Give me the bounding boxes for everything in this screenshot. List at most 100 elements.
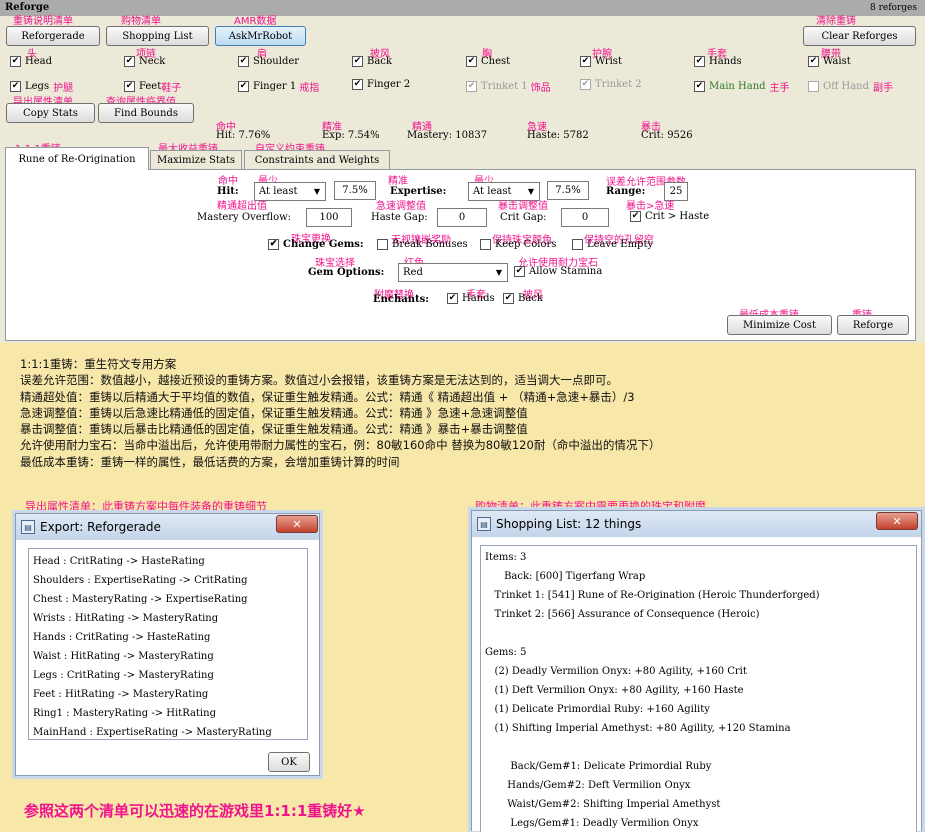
checkbox-legs[interactable]: ✔	[10, 81, 21, 92]
checkbox-wrist[interactable]: ✔	[580, 56, 591, 67]
checkbox-neck[interactable]: ✔	[124, 56, 135, 67]
export-window: ▤ Export: Reforgerade ✕ Head : CritRatin…	[15, 513, 320, 776]
shopping-line: Trinket 2: [566] Assurance of Consequenc…	[485, 609, 760, 620]
slot-waist[interactable]: ✔ Waist	[808, 56, 851, 67]
hit-value-input[interactable]: 7.5%	[334, 181, 376, 200]
checkbox-leave-empty[interactable]	[572, 239, 583, 250]
leave-empty-checkbox[interactable]: Leave Empty	[572, 239, 653, 250]
export-title: Export: Reforgerade	[40, 520, 161, 534]
note-hastegap: 急速调整值	[376, 201, 426, 212]
enchant-hands-checkbox[interactable]: ✔ Hands	[447, 293, 495, 304]
export-line: Legs : CritRating -> MasteryRating	[33, 670, 214, 681]
expertise-label: Expertise:	[390, 186, 447, 197]
stat-exp: Exp: 7.54%	[322, 130, 380, 141]
find-bounds-button[interactable]: Find Bounds	[98, 103, 194, 123]
note-critgap: 暴击调整值	[498, 201, 548, 212]
copy-stats-button[interactable]: Copy Stats	[6, 103, 95, 123]
chevron-down-icon: ▼	[313, 187, 321, 196]
slot-chest[interactable]: ✔ Chest	[466, 56, 510, 67]
shopping-list-button[interactable]: Shopping List	[106, 26, 209, 46]
shopping-line: (2) Deadly Vermilion Onyx: +80 Agility, …	[485, 666, 747, 677]
checkbox-feet[interactable]: ✔	[124, 81, 135, 92]
export-line: Ring1 : MasteryRating -> HitRating	[33, 708, 216, 719]
gem-color-select[interactable]: Red ▼	[398, 263, 508, 282]
checkbox-change-gems[interactable]: ✔	[268, 239, 279, 250]
slot-feet[interactable]: ✔ Feet 鞋子	[124, 79, 181, 94]
stat-crit: Crit: 9526	[641, 130, 693, 141]
notes-block: 1:1:1重铸：重生符文专用方案 误差允许范围：数值越小，越接近预设的重铸方案。…	[20, 356, 660, 470]
checkbox-enchant-hands[interactable]: ✔	[447, 293, 458, 304]
crit-haste-checkbox[interactable]: ✔ Crit > Haste	[630, 211, 709, 222]
export-line: Waist : HitRating -> MasteryRating	[33, 651, 214, 662]
export-line: MainHand : ExpertiseRating -> MasteryRat…	[33, 727, 272, 738]
shopping-line: Hands/Gem#2: Deft Vermilion Onyx	[485, 780, 691, 791]
slot-hands[interactable]: ✔ Hands	[694, 56, 742, 67]
tab-maximize-stats[interactable]: Maximize Stats	[150, 150, 242, 169]
slot-finger1[interactable]: ✔ Finger 1 戒指	[238, 79, 319, 94]
keep-colors-checkbox[interactable]: Keep Colors	[480, 239, 556, 250]
enchant-back-checkbox[interactable]: ✔ Back	[503, 293, 543, 304]
checkbox-shoulder[interactable]: ✔	[238, 56, 249, 67]
checkbox-enchant-back[interactable]: ✔	[503, 293, 514, 304]
checkbox-allow-stamina[interactable]: ✔	[514, 266, 525, 277]
slot-mainhand[interactable]: ✔ Main Hand 主手	[694, 79, 790, 94]
tab-rune-of-re-origination[interactable]: Rune of Re-Origination	[5, 147, 149, 170]
crit-gap-input[interactable]: 0	[561, 208, 609, 227]
minimize-cost-button[interactable]: Minimize Cost	[727, 315, 832, 335]
checkbox-back[interactable]: ✔	[352, 56, 363, 67]
checkbox-head[interactable]: ✔	[10, 56, 21, 67]
slot-head[interactable]: ✔ Head	[10, 56, 52, 67]
note-hit: 命中	[218, 176, 238, 187]
allow-stamina-checkbox[interactable]: ✔ Allow Stamina	[514, 266, 602, 277]
slot-finger2[interactable]: ✔ Finger 2	[352, 79, 410, 90]
close-icon[interactable]: ✕	[276, 515, 318, 533]
haste-gap-label: Haste Gap:	[371, 212, 428, 223]
slot-offhand: Off Hand 副手	[808, 79, 893, 94]
window-icon: ▤	[21, 520, 35, 534]
shopping-line: (1) Shifting Imperial Amethyst: +80 Agil…	[485, 723, 791, 734]
export-line: Chest : MasteryRating -> ExpertiseRating	[33, 594, 248, 605]
checkbox-chest[interactable]: ✔	[466, 56, 477, 67]
checkbox-mainhand[interactable]: ✔	[694, 81, 705, 92]
mastery-overflow-input[interactable]: 100	[306, 208, 352, 227]
slot-shoulder[interactable]: ✔ Shoulder	[238, 56, 299, 67]
note-line: 暴击调整值：重铸以后暴击比精通低的固定值，保证重生触发精通。公式：精通 》暴击+…	[20, 422, 528, 437]
change-gems-checkbox[interactable]: ✔ Change Gems:	[268, 239, 364, 250]
bottom-caption: 参照这两个清单可以迅速的在游戏里1:1:1重铸好★	[24, 802, 366, 820]
shopping-line: Trinket 1: [541] Rune of Re-Origination …	[485, 590, 820, 601]
range-label: Range:	[606, 186, 646, 197]
note-exp: 精准	[388, 176, 408, 187]
haste-gap-input[interactable]: 0	[437, 208, 487, 227]
shopping-line: (1) Delicate Primordial Ruby: +160 Agili…	[485, 704, 710, 715]
checkbox-break-bonuses[interactable]	[377, 239, 388, 250]
checkbox-finger2[interactable]: ✔	[352, 79, 363, 90]
close-icon[interactable]: ✕	[876, 512, 918, 530]
shopping-title: Shopping List: 12 things	[496, 517, 642, 531]
tab-constraints-and-weights[interactable]: Constraints and Weights	[244, 150, 390, 169]
slot-legs[interactable]: ✔ Legs 护腿	[10, 79, 73, 94]
reforge-button[interactable]: Reforge	[837, 315, 909, 335]
checkbox-keep-colors[interactable]	[480, 239, 491, 250]
checkbox-finger1[interactable]: ✔	[238, 81, 249, 92]
export-line: Shoulders : ExpertiseRating -> CritRatin…	[33, 575, 248, 586]
note-mastery: 精通超出值	[217, 201, 267, 212]
checkbox-waist[interactable]: ✔	[808, 56, 819, 67]
checkbox-crit-haste[interactable]: ✔	[630, 211, 641, 222]
gem-options-label: Gem Options:	[308, 267, 385, 278]
slot-back[interactable]: ✔ Back	[352, 56, 392, 67]
enchants-label: Enchants:	[373, 294, 429, 305]
break-bonuses-checkbox[interactable]: Break Bonuses	[377, 239, 468, 250]
clear-reforges-button[interactable]: Clear Reforges	[803, 26, 916, 46]
checkbox-hands[interactable]: ✔	[694, 56, 705, 67]
askmrrobot-button[interactable]: AskMrRobot	[215, 26, 306, 46]
exp-value-input[interactable]: 7.5%	[547, 181, 589, 200]
slot-wrist[interactable]: ✔ Wrist	[580, 56, 622, 67]
export-line: Wrists : HitRating -> MasteryRating	[33, 613, 219, 624]
slot-neck[interactable]: ✔ Neck	[124, 56, 165, 67]
reforgerade-button[interactable]: Reforgerade	[6, 26, 100, 46]
ok-button[interactable]: OK	[268, 752, 310, 772]
shopping-line: Legs/Gem#1: Deadly Vermilion Onyx	[485, 818, 699, 829]
note-line: 急速调整值：重铸以后急速比精通低的固定值，保证重生触发精通。公式：精通 》急速+…	[20, 405, 528, 420]
note-line: 最低成本重铸：重铸一样的属性，最低话费的方案，会增加重铸计算的时间	[20, 454, 400, 469]
stat-haste: Haste: 5782	[527, 130, 589, 141]
